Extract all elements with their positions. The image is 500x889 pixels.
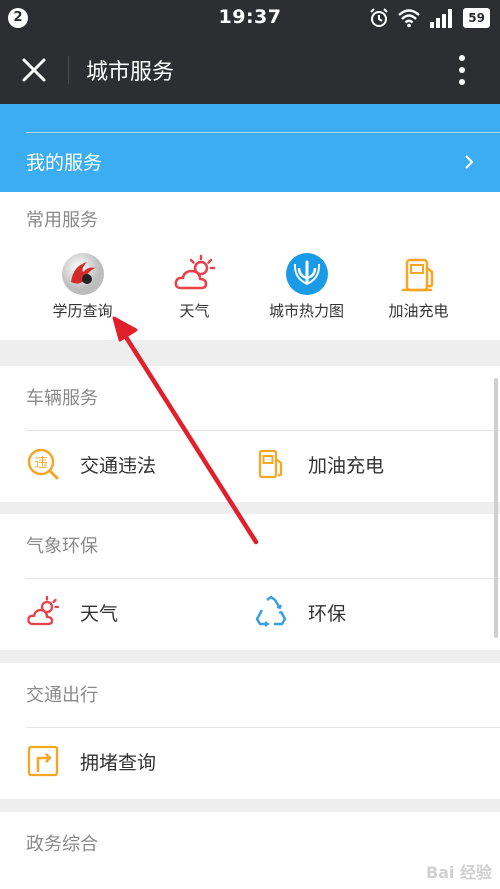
svg-text:违: 违 xyxy=(34,456,47,471)
grid-item-fuel-charge[interactable]: 加油充电 xyxy=(356,244,481,344)
chevron-right-icon xyxy=(465,155,474,169)
page-title: 城市服务 xyxy=(86,60,175,85)
row-label: 加油充电 xyxy=(308,455,385,477)
row-label: 交通违法 xyxy=(80,455,157,477)
more-options-icon[interactable] xyxy=(448,50,476,90)
status-bar: 2 19:37 59 xyxy=(0,0,500,36)
section-title: 政务综合 xyxy=(26,834,98,855)
grid-label: 学历查询 xyxy=(52,302,113,320)
fuel-pump-icon xyxy=(401,258,434,292)
close-icon[interactable] xyxy=(14,50,54,90)
grid-label: 加油充电 xyxy=(388,302,449,320)
wifi-icon xyxy=(398,9,421,28)
nav-bar: 城市服务 xyxy=(0,36,500,104)
row-label: 拥堵查询 xyxy=(80,752,157,774)
section-title: 气象环保 xyxy=(26,536,98,557)
section-title: 常用服务 xyxy=(26,210,98,231)
signal-icon xyxy=(430,9,453,28)
watermark: Bai 经验 xyxy=(425,863,492,882)
congestion-icon xyxy=(27,745,59,777)
grid-label: 城市热力图 xyxy=(268,302,344,320)
weather-icon xyxy=(174,254,216,290)
service-congestion-query[interactable]: 拥堵查询 xyxy=(26,728,246,794)
grid-item-education-query[interactable]: 学历查询 xyxy=(20,244,145,344)
nav-divider xyxy=(68,56,69,84)
row-label: 天气 xyxy=(80,603,119,625)
recycle-icon xyxy=(255,595,287,627)
row-label: 环保 xyxy=(308,603,347,625)
status-icons: 59 xyxy=(369,7,490,29)
banner-divider xyxy=(26,132,500,133)
section-title: 车辆服务 xyxy=(26,388,98,409)
my-service-label: 我的服务 xyxy=(26,152,103,174)
weather-icon xyxy=(27,595,60,626)
service-weather[interactable]: 天气 xyxy=(26,579,226,645)
grid-item-weather[interactable]: 天气 xyxy=(132,244,257,344)
section-traffic-travel: 交通出行 拥堵查询 xyxy=(0,663,500,799)
alarm-icon xyxy=(370,8,389,27)
my-service-banner[interactable]: 我的服务 xyxy=(0,104,500,192)
traffic-violation-icon: 违 xyxy=(27,448,59,480)
service-fuel-charge[interactable]: 加油充电 xyxy=(254,431,474,497)
grid-item-city-heatmap[interactable]: 城市热力图 xyxy=(244,244,369,344)
section-title: 交通出行 xyxy=(26,685,98,706)
education-logo-icon xyxy=(62,253,104,295)
battery-indicator: 59 xyxy=(463,8,490,28)
section-weather-environment: 气象环保 天气 环保 xyxy=(0,514,500,650)
section-vehicle-services: 车辆服务 违 交通违法 加油充电 xyxy=(0,366,500,502)
fuel-pump-icon xyxy=(258,449,283,479)
section-common-services: 常用服务 学历查询 天气 城市热力图 加油充电 xyxy=(0,192,500,340)
service-environment[interactable]: 环保 xyxy=(254,579,474,645)
heatmap-icon xyxy=(286,253,328,295)
scrollbar-thumb[interactable] xyxy=(494,378,498,638)
service-traffic-violation[interactable]: 违 交通违法 xyxy=(26,431,226,497)
grid-label: 天气 xyxy=(179,302,210,320)
